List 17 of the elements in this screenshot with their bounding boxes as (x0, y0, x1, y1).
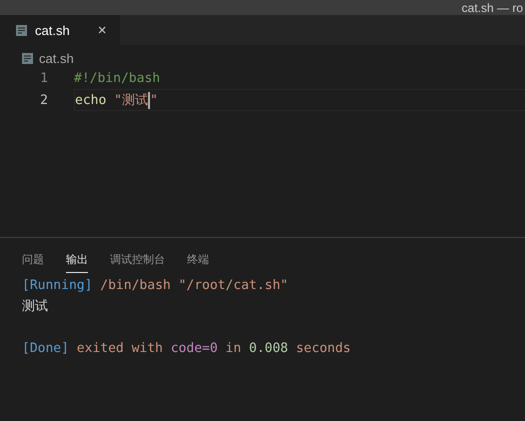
output-line: [Running] /bin/bash "/root/cat.sh" (22, 277, 288, 295)
breadcrumb[interactable]: cat.sh (39, 51, 74, 66)
code-line: echo "测试" (74, 89, 525, 111)
output-line: [Done] exited with code=0 in 0.008 seconds (22, 340, 351, 358)
line-number: 1 (39, 70, 48, 86)
window-title: cat.sh — ro (462, 1, 524, 15)
panel-tab[interactable]: 输出 (66, 246, 88, 272)
panel-tab[interactable]: 问题 (22, 246, 44, 272)
code-line: #!/bin/bash (74, 70, 162, 88)
file-icon (16, 24, 27, 36)
line-number: 2 (39, 92, 48, 108)
panel-tab[interactable]: 调试控制台 (110, 246, 165, 272)
file-icon (22, 53, 33, 64)
text-cursor (148, 92, 150, 108)
editor-tab[interactable]: cat.sh × (0, 15, 120, 45)
panel-tab[interactable]: 终端 (187, 246, 209, 272)
output-line: 测试 (22, 298, 48, 316)
